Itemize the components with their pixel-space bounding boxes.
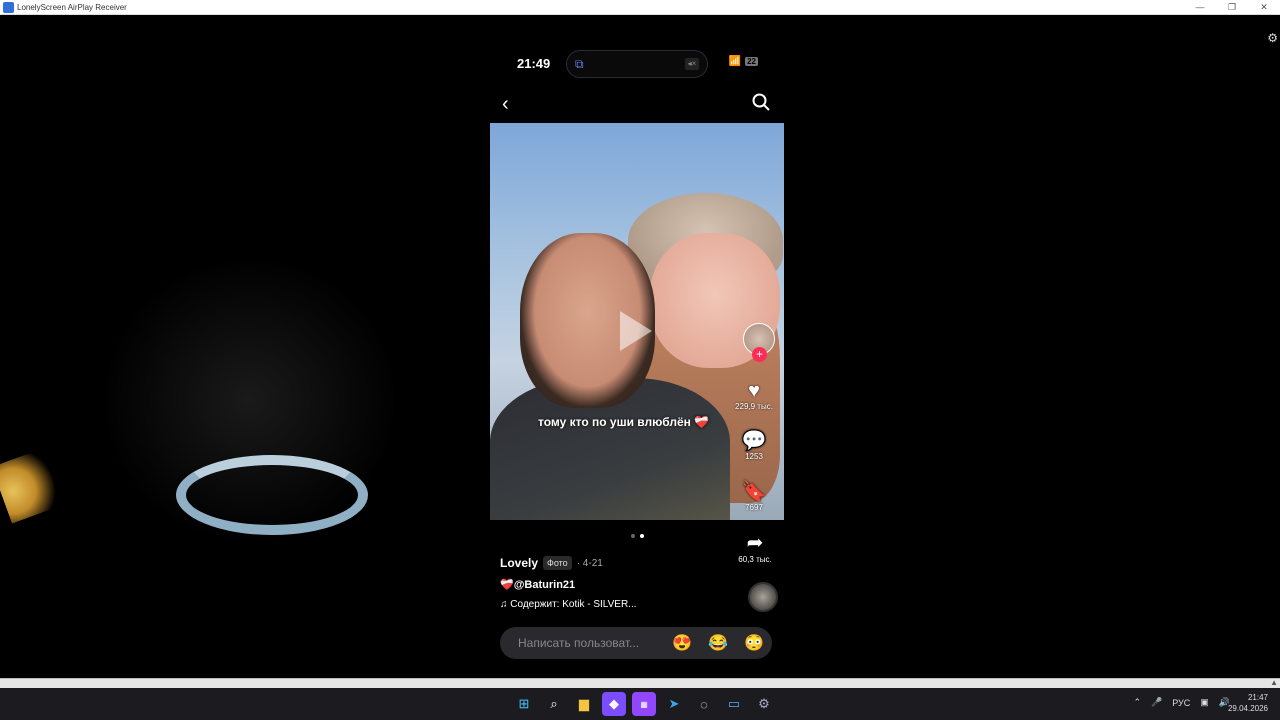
window-titlebar: LonelyScreen AirPlay Receiver — ❐ ✕ [0, 0, 1280, 15]
remote-desktop-icon[interactable]: ▭ [722, 692, 746, 716]
post-date: · 4-21 [576, 557, 603, 569]
status-time: 21:49 [517, 56, 551, 71]
share-button[interactable]: ➦ 60,3 тыс. [729, 530, 781, 564]
slide-dot [631, 534, 635, 538]
background-ring [176, 455, 368, 535]
status-icons: 📶 22 [729, 56, 758, 67]
minimize-button[interactable]: — [1184, 0, 1216, 15]
comment-input[interactable]: Написать пользоват... [518, 636, 664, 650]
clock-time: 21:47 [1247, 693, 1268, 702]
telegram-icon[interactable]: ➤ [662, 692, 686, 716]
comment-count: 1253 [745, 452, 763, 461]
window-controls: — ❐ ✕ [1184, 0, 1280, 15]
mention-link[interactable]: ❤️‍🩹@Baturin21 [500, 578, 575, 591]
wifi-icon: 📶 [728, 56, 742, 67]
app-icon [3, 1, 14, 13]
windows-taskbar: ⊞ ⌕ ▆ ◆ ▦ ➤ ◌ ▭ ⚙ ⌃ 🎤 РУС ▣ 🔊 21:47 29.0… [0, 688, 1280, 720]
slide-indicator [631, 534, 644, 538]
emoji-laugh-button[interactable]: 😂 [700, 633, 736, 653]
music-info[interactable]: ♫ Содержит: Kotik - SILVER... [500, 599, 637, 610]
comment-input-bar[interactable]: Написать пользоват... 😍 😂 😳 [500, 627, 772, 659]
save-button[interactable]: 🔖 7697 [724, 481, 784, 512]
share-count: 60,3 тыс. [738, 555, 772, 564]
scroll-up-icon[interactable]: ▲ [1270, 678, 1278, 687]
music-disc-icon[interactable] [748, 582, 778, 612]
network-icon[interactable]: ▣ [1200, 697, 1209, 708]
file-explorer-icon[interactable]: ▆ [572, 692, 596, 716]
comment-button[interactable]: 💬 1253 [724, 430, 784, 461]
twitch-icon[interactable]: ▦ [632, 692, 656, 716]
follow-plus-icon[interactable]: + [752, 347, 767, 362]
battery-icon: 22 [745, 57, 758, 66]
play-icon[interactable] [620, 311, 652, 351]
photo-tag: Фото [543, 556, 572, 570]
save-count: 7697 [745, 503, 763, 512]
settings-icon[interactable]: ⚙ [752, 692, 776, 716]
emoji-flushed-button[interactable]: 😳 [736, 633, 772, 653]
obsidian-icon[interactable]: ◆ [602, 692, 626, 716]
settings-gear-icon[interactable]: ⚙ [1267, 31, 1278, 45]
dynamic-island: ⧉ ◂× [566, 50, 708, 78]
slide-dot-active [640, 534, 644, 538]
taskbar-icons: ⊞ ⌕ ▆ ◆ ▦ ➤ ◌ ▭ ⚙ [512, 692, 776, 716]
search-icon[interactable]: ⌕ [542, 692, 566, 716]
app-icon[interactable]: ◌ [692, 692, 716, 716]
back-chevron-icon[interactable]: ‹ [502, 93, 509, 116]
share-arrow-icon: ➦ [746, 532, 764, 554]
window-title: LonelyScreen AirPlay Receiver [17, 2, 127, 12]
maximize-button[interactable]: ❐ [1216, 0, 1248, 15]
heart-icon: ♥ [748, 380, 760, 402]
post-meta: Lovely Фото · 4-21 [500, 556, 603, 570]
taskbar-clock[interactable]: 21:47 29.04.2026 [1228, 692, 1268, 714]
bookmark-icon: 🔖 [741, 481, 767, 503]
like-button[interactable]: ♥ 229,9 тыс. [724, 380, 784, 411]
language-indicator[interactable]: РУС [1172, 698, 1190, 708]
horizontal-scrollbar[interactable]: ▲ [0, 678, 1280, 688]
screen-mirroring-icon: ⧉ [575, 57, 584, 71]
post-caption: тому кто по уши влюблён ❤️‍🩹 [538, 415, 710, 429]
microphone-icon[interactable]: 🎤 [1151, 697, 1162, 708]
phone-screen: 21:49 ⧉ ◂× 📶 22 ‹ тому кто по уши влюблё… [490, 45, 784, 669]
mirror-stage: ⚙ 21:49 ⧉ ◂× 📶 22 ‹ тому кто по уши влюб… [0, 15, 1280, 678]
chevron-up-icon[interactable]: ⌃ [1133, 697, 1141, 708]
clock-date: 29.04.2026 [1227, 704, 1268, 713]
mute-icon: ◂× [685, 58, 699, 70]
like-count: 229,9 тыс. [735, 402, 773, 411]
author-name[interactable]: Lovely [500, 556, 538, 570]
windows-start-icon[interactable]: ⊞ [512, 692, 536, 716]
system-tray: ⌃ 🎤 РУС ▣ 🔊 [1133, 697, 1230, 708]
close-button[interactable]: ✕ [1248, 0, 1280, 15]
comment-bubble-icon: 💬 [741, 430, 767, 452]
background-glow [0, 446, 69, 524]
search-icon[interactable] [752, 93, 770, 116]
emoji-heart-eyes-button[interactable]: 😍 [664, 633, 700, 653]
